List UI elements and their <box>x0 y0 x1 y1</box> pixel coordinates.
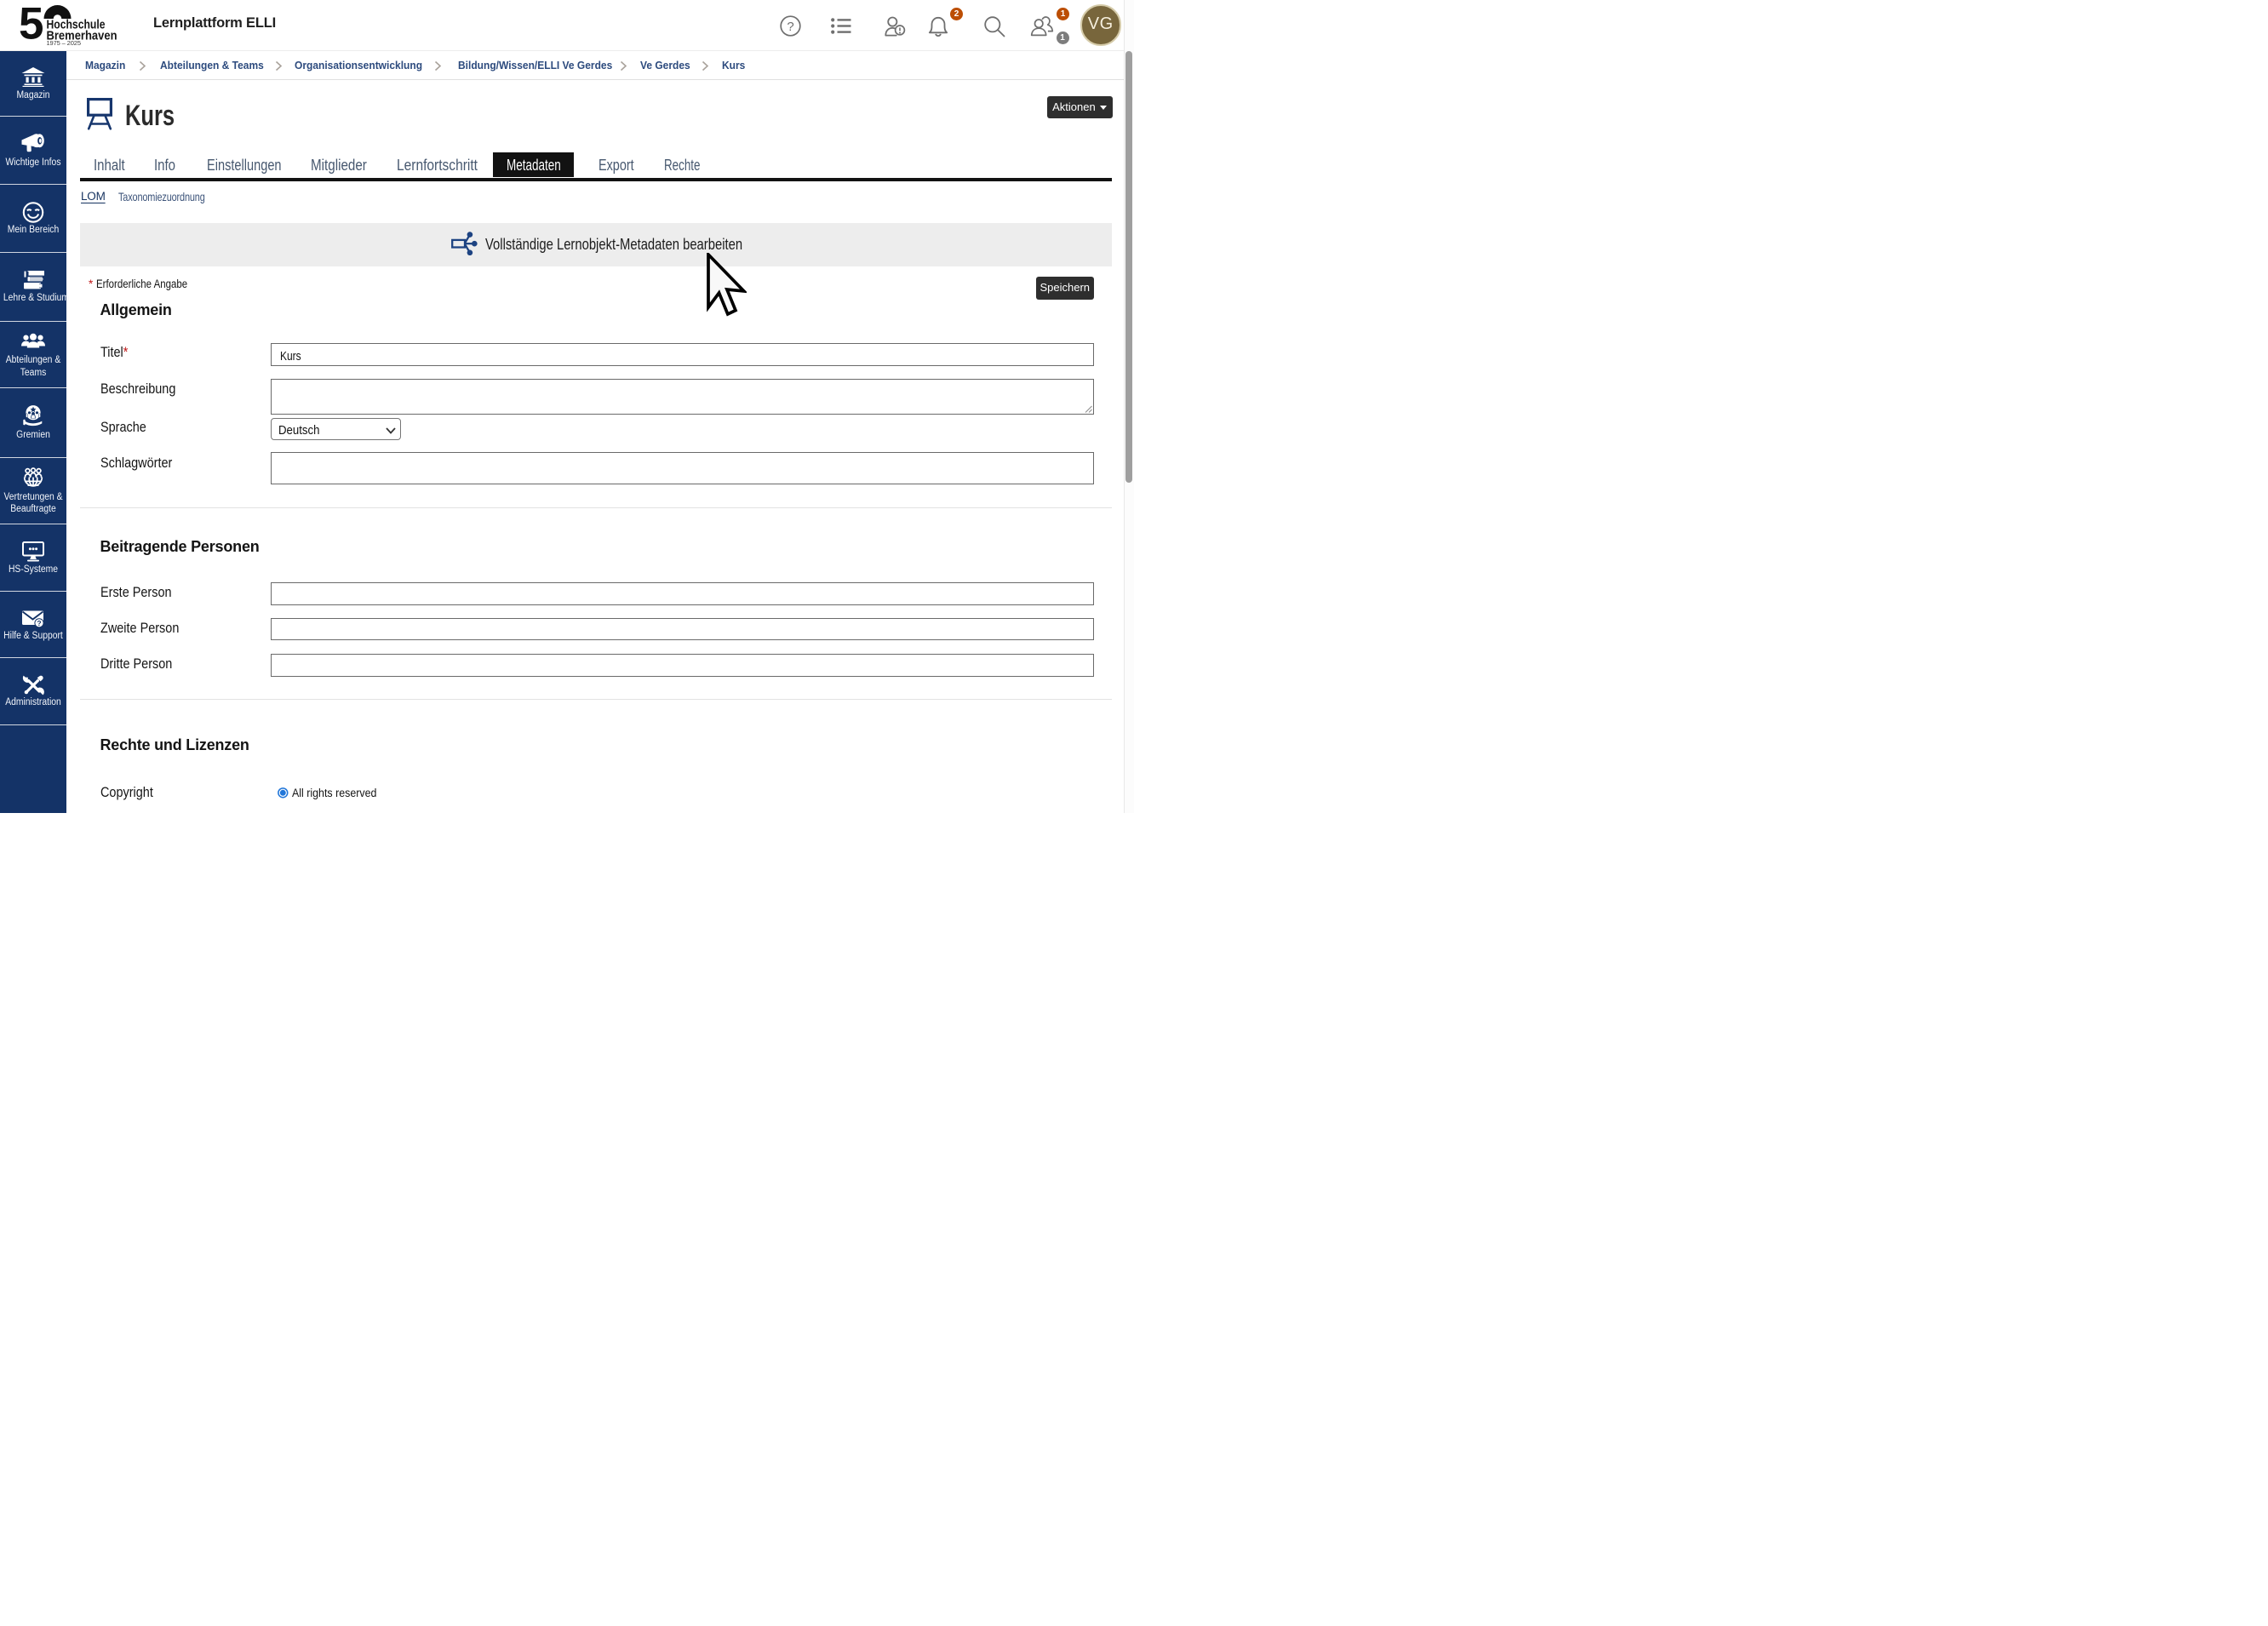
svg-text:5: 5 <box>19 0 43 48</box>
svg-text:?: ? <box>787 19 793 33</box>
svg-text:?: ? <box>37 620 41 627</box>
svg-text:1975 – 2025: 1975 – 2025 <box>47 39 82 47</box>
